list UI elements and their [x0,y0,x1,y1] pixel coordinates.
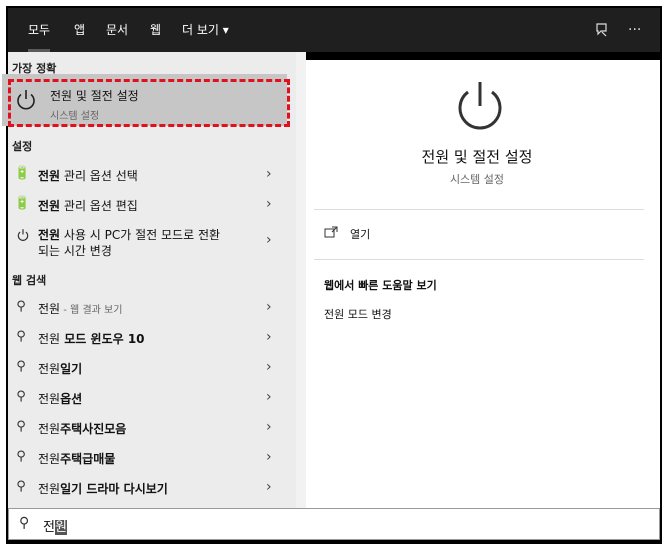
chevron-right-icon[interactable]: › [266,359,272,375]
list-item-text: 전원 - 웹 결과 보기 [38,302,123,316]
open-label: 열기 [350,228,371,241]
help-link[interactable]: 전원 모드 변경 [324,306,392,322]
list-item-text: 전원 관리 옵션 편집 [38,199,138,213]
preview-title: 전원 및 절전 설정 [421,148,533,166]
filter-tab-bar: 모두 앱 문서 웹 더 보기 ▾ ··· [8,8,660,52]
section-settings: 설정 [12,140,33,153]
web-item-2[interactable]: ⚲ 전원 모드 윈도우 10 › [2,323,290,353]
power-options-icon: 🔋 [14,196,31,211]
list-item-text: 전원일기 드라마 다시보기 [38,482,168,496]
power-icon [17,229,29,241]
tab-apps[interactable]: 앱 [74,8,85,52]
power-icon [458,82,502,130]
tab-more-label: 더 보기 ▾ [182,23,229,37]
search-bar[interactable]: ⚲ 전원 [8,508,660,540]
web-item-7[interactable]: ⚲ 전원일기 드라마 다시보기 › [2,473,290,503]
tab-web-label: 웹 [150,23,162,37]
chevron-right-icon[interactable]: › [266,196,272,212]
chevron-right-icon[interactable]: › [266,389,272,405]
chevron-right-icon[interactable]: › [266,166,272,182]
tab-web[interactable]: 웹 [150,8,161,52]
search-icon: ⚲ [16,449,26,464]
chevron-right-icon[interactable]: › [266,299,272,315]
search-icon: ⚲ [16,389,26,404]
search-icon: ⚲ [16,359,26,374]
settings-item-sleep-time[interactable]: 전원 사용 시 PC가 절전 모드로 전환 되는 시간 변경 › [2,222,290,262]
tab-apps-label: 앱 [74,23,86,37]
panel-gap [296,52,306,508]
list-item-text: 전원일기 [38,362,83,376]
chevron-right-icon[interactable]: › [266,479,272,495]
settings-item-power-plan-edit[interactable]: 🔋 전원 관리 옵션 편집 › [2,190,290,220]
web-item-6[interactable]: ⚲ 전원주택급매물 › [2,443,290,473]
divider [314,209,644,210]
list-item-text: 전원옵션 [38,392,83,406]
tab-documents-label: 문서 [106,23,129,37]
tab-all-label: 모두 [28,23,51,37]
divider [314,259,644,260]
web-item-results[interactable]: ⚲ 전원 - 웹 결과 보기 › [2,293,290,323]
search-icon: ⚲ [16,419,26,434]
settings-item-power-plan-choose[interactable]: 🔋 전원 관리 옵션 선택 › [2,160,290,190]
list-item-text: 전원 모드 윈도우 10 [38,332,145,346]
list-item-text: 전원 사용 시 PC가 절전 모드로 전환 [38,228,221,242]
tab-all[interactable]: 모두 [28,8,51,52]
power-options-icon: 🔋 [14,166,31,181]
feedback-icon[interactable] [594,8,610,52]
search-icon: ⚲ [16,329,26,344]
chevron-right-icon[interactable]: › [266,329,272,345]
web-item-3[interactable]: ⚲ 전원일기 › [2,353,290,383]
search-input[interactable]: 전원 [43,516,67,535]
preview-subtitle: 시스템 설정 [449,173,505,186]
search-icon: ⚲ [19,515,30,531]
help-header: 웹에서 빠른 도움말 보기 [324,279,437,292]
chevron-right-icon[interactable]: › [266,419,272,435]
more-options-icon[interactable]: ··· [628,8,641,52]
list-item-text-line2: 되는 시간 변경 [38,244,112,258]
search-icon: ⚲ [16,479,26,494]
chevron-right-icon[interactable]: › [266,232,272,248]
list-item-text: 전원주택급매물 [38,452,116,466]
list-item-text: 전원주택사진모음 [38,422,127,436]
list-item-text: 전원 관리 옵션 선택 [38,169,138,183]
web-item-5[interactable]: ⚲ 전원주택사진모음 › [2,413,290,443]
chevron-right-icon[interactable]: › [266,449,272,465]
more-options-label: ··· [628,22,642,38]
open-icon [324,226,338,238]
search-icon: ⚲ [16,299,26,314]
highlight-box [8,79,290,127]
tab-documents[interactable]: 문서 [106,8,128,52]
web-item-4[interactable]: ⚲ 전원옵션 › [2,383,290,413]
tab-more[interactable]: 더 보기 ▾ [182,8,229,52]
section-web-search: 웹 검색 [12,274,47,287]
